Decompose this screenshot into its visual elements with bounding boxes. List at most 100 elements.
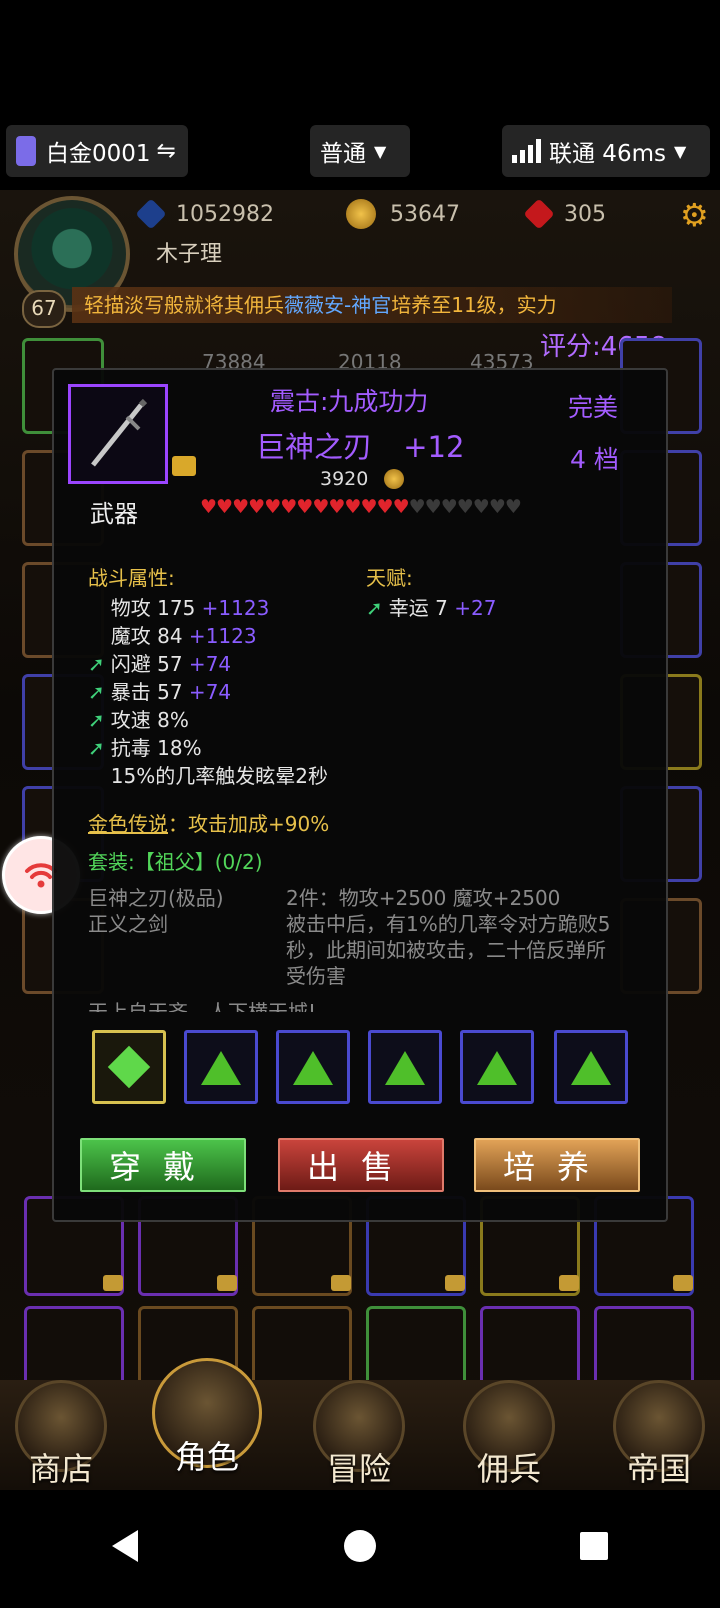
nav-mercenary-label: 佣兵 xyxy=(476,1450,541,1488)
chevron-down-icon: ▼ xyxy=(673,141,687,161)
gem-resource: 305 xyxy=(523,196,606,232)
status-bar-area xyxy=(0,0,720,110)
talent-row: ➚ 幸运 7 +27 xyxy=(366,592,496,621)
heart-filled-icon: ♥ xyxy=(248,496,265,518)
item-price-value: 3920 xyxy=(320,468,369,490)
set-piece: 正义之剑 xyxy=(88,912,168,936)
heart-empty-icon: ♥ xyxy=(456,496,474,518)
player-level: 67 xyxy=(22,290,66,328)
green-gem-icon xyxy=(107,1045,151,1089)
gold-coin-icon xyxy=(346,199,376,229)
combat-attr-row: ➚魔攻 84 +1123 xyxy=(88,620,257,649)
account-name: 白金0001 xyxy=(46,141,151,167)
nav-empire[interactable]: 帝国 xyxy=(604,1380,714,1490)
legend-value: ：攻击加成+90% xyxy=(168,812,330,836)
heart-empty-icon: ♥ xyxy=(472,496,490,518)
combat-attr-label: 15%的几率触发眩晕2秒 xyxy=(110,764,328,788)
legend-row: 金色传说：攻击加成+90% xyxy=(88,808,329,837)
ticker-highlight: 薇薇安-神官 xyxy=(284,293,392,317)
gem-slot[interactable] xyxy=(460,1030,534,1104)
heart-filled-icon: ♥ xyxy=(232,496,249,518)
gold-coin-icon xyxy=(384,469,405,489)
heart-filled-icon: ♥ xyxy=(280,496,297,518)
equip-button[interactable]: 穿戴 xyxy=(80,1138,246,1192)
combat-attr-label: 魔攻 84 xyxy=(110,624,183,648)
gem-slot[interactable] xyxy=(554,1030,628,1104)
nav-shop[interactable]: 商店 xyxy=(6,1380,116,1490)
gem-slot[interactable] xyxy=(368,1030,442,1104)
gem-slot[interactable] xyxy=(184,1030,258,1104)
settings-gear-icon[interactable]: ⚙ xyxy=(680,196,709,234)
lock-icon[interactable] xyxy=(172,456,196,476)
sell-button[interactable]: 出售 xyxy=(278,1138,444,1192)
network-value: 联通 46ms xyxy=(549,141,666,167)
swap-icon: ⇋ xyxy=(156,138,176,164)
talent-label: 幸运 7 xyxy=(388,596,448,620)
system-nav-bar xyxy=(0,1490,720,1608)
cut-off-text: 天上自天齐，人下横天城! xyxy=(88,992,608,1012)
gem-slot[interactable] xyxy=(92,1030,166,1104)
train-button[interactable]: 培养 xyxy=(474,1138,640,1192)
heart-empty-icon: ♥ xyxy=(408,496,426,518)
red-gem-icon xyxy=(523,198,555,230)
gem-slot[interactable] xyxy=(276,1030,350,1104)
arrow-up-icon: ➚ xyxy=(88,680,105,704)
combat-attr-label: 抗毒 18% xyxy=(110,736,202,760)
recents-icon[interactable] xyxy=(580,1532,608,1560)
talent-title: 天赋: xyxy=(366,566,413,590)
coin-count: 53647 xyxy=(390,201,460,227)
set-piece: 巨神之刃(极品) xyxy=(88,886,224,910)
set-effect: 被击中后，有1%的几率令对方跪败5 xyxy=(286,912,611,936)
arrow-up-icon: ➚ xyxy=(88,736,105,760)
nav-mercenary[interactable]: 佣兵 xyxy=(454,1380,564,1490)
nav-adventure[interactable]: 冒险 xyxy=(304,1380,414,1490)
heart-filled-icon: ♥ xyxy=(392,496,410,518)
arrow-up-icon: ➚ xyxy=(88,708,105,732)
item-price: 3920 xyxy=(320,468,405,490)
heart-empty-icon: ♥ xyxy=(440,496,458,518)
green-gem-icon xyxy=(571,1051,611,1085)
combat-attr-bonus: +1123 xyxy=(195,596,270,620)
nav-adventure-label: 冒险 xyxy=(326,1450,391,1488)
talent-bonus: +27 xyxy=(454,596,497,620)
combat-attr-row: ➚ 攻速 8% xyxy=(88,704,189,733)
combat-attr-label: 闪避 57 xyxy=(110,652,183,676)
account-selector[interactable]: 白金0001 ⇋ xyxy=(6,125,188,177)
combat-attr-row: ➚ 抗毒 18% xyxy=(88,732,202,761)
heart-filled-icon: ♥ xyxy=(376,496,394,518)
combat-attr-row: ➚ 暴击 57 +74 xyxy=(88,676,231,705)
durability-hearts: ♥♥♥♥♥♥♥♥♥♥♥♥♥♥♥♥♥♥♥♥ xyxy=(200,496,522,518)
network-dropdown[interactable]: 联通 46ms ▼ xyxy=(502,125,710,177)
green-gem-icon xyxy=(293,1051,333,1085)
set-effect: 秒，此期间如被攻击，二十倍反弹所 xyxy=(286,938,606,962)
signal-icon xyxy=(512,139,541,163)
arrow-up-icon: ➚ xyxy=(88,652,105,676)
item-name-text: 巨神之刃 xyxy=(256,430,373,464)
back-icon[interactable] xyxy=(112,1530,138,1562)
combat-attr-title: 战斗属性: xyxy=(88,566,175,590)
nav-shop-label: 商店 xyxy=(28,1450,93,1488)
crystal-resource: 1052982 xyxy=(135,196,274,232)
combat-attr-bonus: +1123 xyxy=(182,624,257,648)
set-effect: 2件：物攻+2500 魔攻+2500 xyxy=(286,886,561,910)
green-gem-icon xyxy=(201,1051,241,1085)
nav-empire-label: 帝国 xyxy=(626,1450,691,1488)
heart-filled-icon: ♥ xyxy=(312,496,329,518)
item-slot-label: 武器 xyxy=(90,500,138,528)
item-name: 巨神之刃 +12 xyxy=(256,424,464,466)
item-grade: 4 档 xyxy=(570,445,619,474)
broadcast-ticker: 轻描淡写般就将其佣兵薇薇安-神官培养至11级，实力 xyxy=(72,287,672,323)
combat-attr-label: 攻速 8% xyxy=(110,708,189,732)
player-name: 木子理 xyxy=(156,242,223,267)
coin-resource: 53647 xyxy=(346,196,460,232)
mode-dropdown[interactable]: 普通 ▼ xyxy=(310,125,410,177)
home-icon[interactable] xyxy=(344,1530,376,1562)
ticker-suffix: 培养至11级，实力 xyxy=(391,293,557,317)
heart-empty-icon: ♥ xyxy=(424,496,442,518)
nav-character-label: 角色 xyxy=(174,1438,239,1476)
heart-filled-icon: ♥ xyxy=(328,496,345,518)
heart-empty-icon: ♥ xyxy=(488,496,506,518)
legend-label: 金色传说 xyxy=(88,812,168,836)
nav-character[interactable]: 角色 xyxy=(152,1358,262,1476)
heart-filled-icon: ♥ xyxy=(296,496,313,518)
